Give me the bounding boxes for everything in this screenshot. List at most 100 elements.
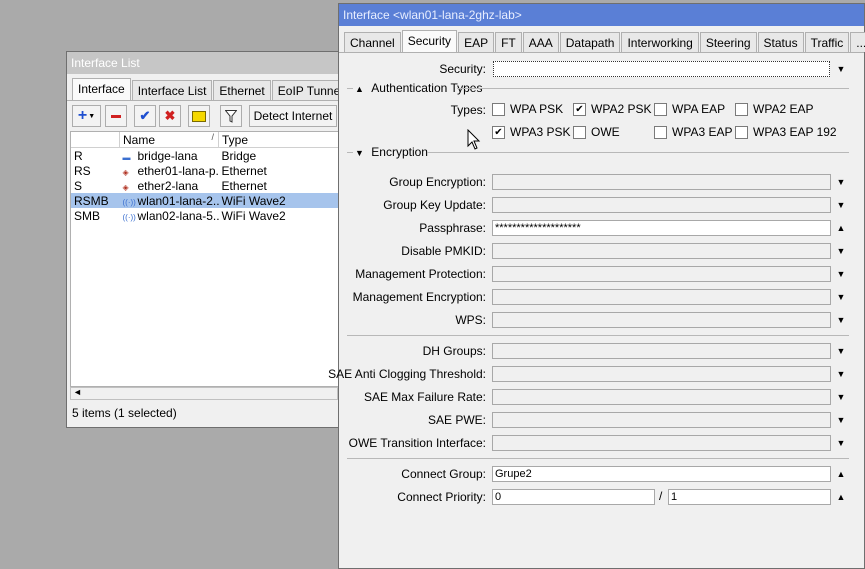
tab-ft[interactable]: FT	[495, 32, 522, 52]
interface-table-area: Name / Type R ▬ bridge-lana Bridge RS ◈ ether01…	[70, 131, 340, 387]
connect-group-input[interactable]: Grupe2	[492, 466, 831, 482]
tab-security[interactable]: Security	[401, 30, 458, 52]
comment-button[interactable]	[188, 105, 210, 127]
row-flags: SMB	[74, 208, 101, 223]
checkbox-box[interactable]	[654, 102, 667, 116]
checkbox-wpa-eap[interactable]: WPA EAP	[654, 102, 725, 116]
tab-interface-list[interactable]: Interface List	[131, 80, 213, 100]
sae-pwe-field[interactable]	[492, 412, 831, 428]
checkbox-wpa2-psk[interactable]: ✔ WPA2 PSK	[573, 102, 651, 116]
tab-datapath[interactable]: Datapath	[559, 32, 621, 52]
disable-button[interactable]: ✖	[159, 105, 181, 127]
checkbox-box[interactable]: ✔	[492, 125, 505, 139]
encryption-section-header[interactable]: ▼ Encryption	[355, 145, 428, 159]
sae-pwe-label: SAE PWE:	[427, 413, 486, 427]
checkbox-box[interactable]	[735, 102, 748, 116]
tab-traffic[interactable]: Traffic	[804, 32, 850, 52]
interface-dialog-title[interactable]: Interface <wlan01-lana-2ghz-lab>	[339, 4, 864, 26]
management-protection-dropdown-icon[interactable]: ▼	[834, 266, 848, 282]
passphrase-collapse-icon[interactable]: ▲	[834, 220, 848, 236]
tab-eap[interactable]: EAP	[458, 32, 495, 52]
tab-interworking[interactable]: Interworking	[621, 32, 699, 52]
collapse-down-icon: ▼	[355, 148, 364, 158]
group-encryption-field[interactable]	[492, 174, 831, 190]
tab-steering[interactable]: Steering	[699, 32, 757, 52]
management-encryption-dropdown-icon[interactable]: ▼	[834, 289, 848, 305]
scroll-left-icon[interactable]: ◄	[73, 387, 82, 397]
disable-pmkid-dropdown-icon[interactable]: ▼	[834, 243, 848, 259]
checkbox-wpa2-eap[interactable]: WPA2 EAP	[735, 102, 813, 116]
row-type: Bridge	[221, 148, 257, 163]
dh-groups-dropdown-icon[interactable]: ▼	[834, 343, 848, 359]
add-button[interactable]: + ▼	[72, 105, 101, 127]
enable-button[interactable]: ✔	[134, 105, 156, 127]
tab-interface[interactable]: Interface	[72, 78, 131, 100]
checkbox-label: WPA3 EAP 192	[753, 125, 837, 139]
disable-pmkid-label: Disable PMKID:	[401, 244, 486, 258]
table-row[interactable]: S ◈ ether2-lana Ethernet	[71, 178, 339, 193]
collapse-up-icon: ▲	[355, 84, 364, 94]
checkbox-wpa3-eap-192[interactable]: WPA3 EAP 192	[735, 125, 837, 139]
sae-anti-clogging-dropdown-icon[interactable]: ▼	[834, 366, 848, 382]
remove-button[interactable]	[105, 105, 127, 127]
tab-more[interactable]: ...	[850, 32, 865, 52]
detect-internet-button[interactable]: Detect Internet	[249, 105, 337, 127]
horizontal-scrollbar[interactable]: ◄	[70, 387, 338, 400]
tab-ethernet[interactable]: Ethernet	[213, 80, 271, 100]
owe-transition-field[interactable]	[492, 435, 831, 451]
sae-pwe-dropdown-icon[interactable]: ▼	[834, 412, 848, 428]
column-flags[interactable]	[71, 132, 120, 148]
connect-group-collapse-icon[interactable]: ▲	[834, 466, 848, 482]
checkbox-box[interactable]	[492, 102, 505, 116]
management-encryption-field[interactable]	[492, 289, 831, 305]
sae-anti-clogging-field[interactable]	[492, 366, 831, 382]
security-label: Security:	[439, 62, 486, 76]
checkbox-box[interactable]	[573, 125, 586, 139]
passphrase-input[interactable]: ********************	[492, 220, 831, 236]
table-row[interactable]: RS ◈ ether01-lana-p... Ethernet	[71, 163, 339, 178]
group-key-update-dropdown-icon[interactable]: ▼	[834, 197, 848, 213]
table-row[interactable]: R ▬ bridge-lana Bridge	[71, 148, 339, 164]
disable-pmkid-field[interactable]	[492, 243, 831, 259]
management-protection-field[interactable]	[492, 266, 831, 282]
interface-dialog: Interface <wlan01-lana-2ghz-lab> Channel…	[328, 3, 865, 569]
group-key-update-field[interactable]	[492, 197, 831, 213]
row-name: ((·)) wlan01-lana-2...	[119, 193, 219, 208]
row-flags: S	[74, 178, 83, 193]
dh-groups-field[interactable]	[492, 343, 831, 359]
security-dropdown-icon[interactable]: ▼	[834, 61, 848, 77]
wps-label: WPS:	[455, 313, 486, 327]
filter-button[interactable]	[220, 105, 242, 127]
column-type[interactable]: Type	[218, 132, 339, 148]
table-row[interactable]: RSMB ((·)) wlan01-lana-2... WiFi Wave2	[71, 193, 339, 208]
sort-icon: /	[211, 132, 214, 142]
wps-dropdown-icon[interactable]: ▼	[834, 312, 848, 328]
sae-max-failure-dropdown-icon[interactable]: ▼	[834, 389, 848, 405]
status-text: 5 items (1 selected)	[72, 406, 177, 420]
security-select[interactable]	[493, 61, 830, 77]
group-encryption-dropdown-icon[interactable]: ▼	[834, 174, 848, 190]
connect-priority-input[interactable]: 0	[492, 489, 655, 505]
wps-field[interactable]	[492, 312, 831, 328]
tab-status[interactable]: Status	[757, 32, 804, 52]
column-name[interactable]: Name /	[119, 132, 219, 148]
checkbox-wpa-psk[interactable]: WPA PSK	[492, 102, 563, 116]
row-type: WiFi Wave2	[218, 193, 339, 208]
checkbox-wpa3-psk[interactable]: ✔ WPA3 PSK	[492, 125, 570, 139]
connect-priority-second-input[interactable]: 1	[668, 489, 831, 505]
sae-max-failure-field[interactable]	[492, 389, 831, 405]
checkbox-owe[interactable]: OWE	[573, 125, 620, 139]
checkbox-box[interactable]: ✔	[573, 102, 586, 116]
interface-list-title[interactable]: Interface List	[67, 52, 341, 74]
tab-channel[interactable]: Channel	[344, 32, 401, 52]
checkbox-wpa3-eap[interactable]: WPA3 EAP	[654, 125, 732, 139]
group-key-update-label: Group Key Update:	[383, 198, 486, 212]
table-row[interactable]: SMB ((·)) wlan02-lana-5... WiFi Wave2	[71, 208, 339, 223]
owe-transition-dropdown-icon[interactable]: ▼	[834, 435, 848, 451]
ethernet-icon: ◈	[122, 167, 129, 177]
column-name-label: Name	[123, 132, 156, 147]
checkbox-box[interactable]	[654, 125, 667, 139]
tab-aaa[interactable]: AAA	[522, 32, 559, 52]
checkbox-box[interactable]	[735, 125, 748, 139]
connect-priority-collapse-icon[interactable]: ▲	[834, 489, 848, 505]
